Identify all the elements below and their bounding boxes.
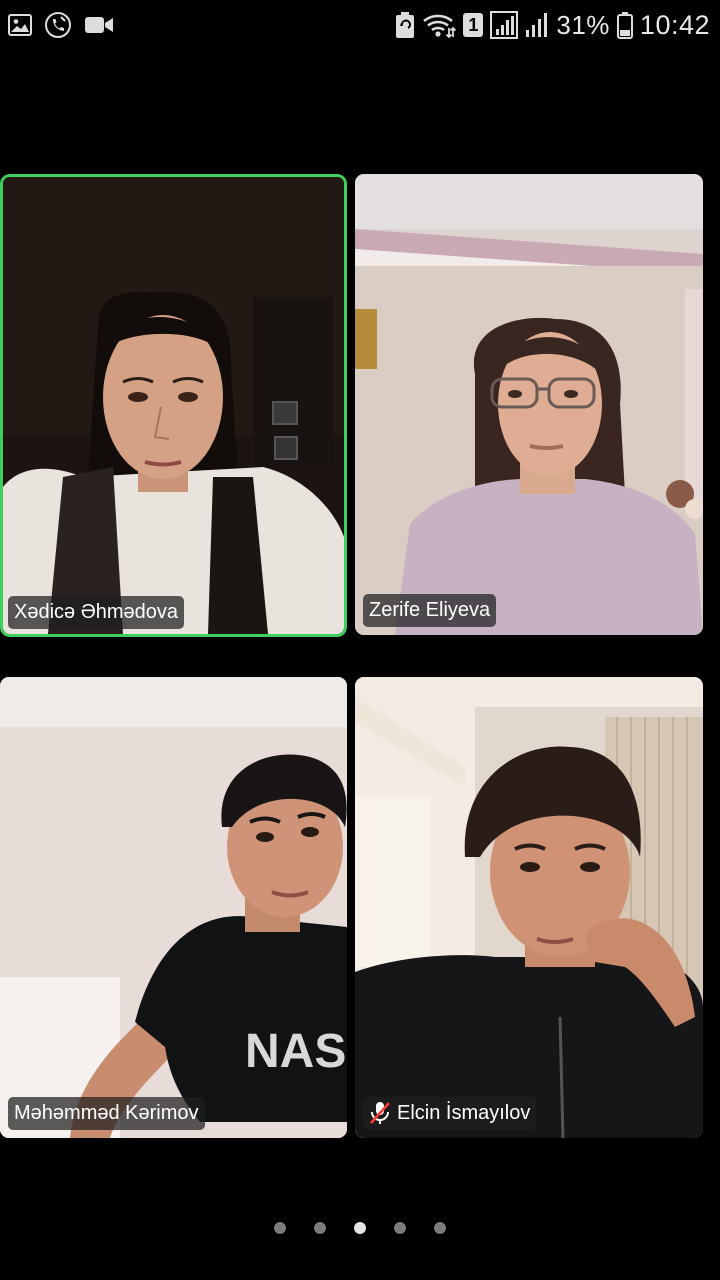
participant-name: Zerife Eliyeva xyxy=(369,599,491,621)
wifi-icon xyxy=(423,14,457,38)
battery-icon xyxy=(616,12,633,39)
video-tile-1[interactable]: Xədicə Əhmədova xyxy=(0,174,347,637)
participant-name-tag: Xədicə Əhmədova xyxy=(8,596,185,629)
video-feed xyxy=(3,177,344,634)
sim-1-icon: 1 xyxy=(463,13,484,37)
participant-name-tag: Elcin İsmayılov xyxy=(363,1097,537,1130)
video-tile-3[interactable]: NAS Məhəmməd Kərimov xyxy=(0,677,347,1138)
page-dot[interactable] xyxy=(394,1222,406,1234)
participant-name-tag: Məhəmməd Kərimov xyxy=(8,1097,205,1130)
video-feed xyxy=(355,677,703,1138)
page-dot[interactable] xyxy=(274,1222,286,1234)
signal-icon xyxy=(526,13,548,37)
video-feed xyxy=(355,174,703,635)
nasa-logo: NAS xyxy=(245,1025,346,1078)
participant-name: Xədicə Əhmədova xyxy=(14,601,179,623)
sim-badge: 1 xyxy=(468,14,479,35)
video-icon xyxy=(85,17,113,33)
page-dot[interactable] xyxy=(314,1222,326,1234)
status-bar: 1 31% 10:42 xyxy=(0,0,720,50)
participant-name-tag: Zerife Eliyeva xyxy=(363,594,497,627)
page-dot-current[interactable] xyxy=(354,1222,366,1234)
video-feed: NAS xyxy=(0,677,347,1138)
signal-icon xyxy=(490,11,519,39)
video-tile-4[interactable]: Elcin İsmayılov xyxy=(355,677,703,1138)
video-tile-2[interactable]: Zerife Eliyeva xyxy=(355,174,703,635)
image-icon xyxy=(8,14,32,36)
battery-saver-icon xyxy=(396,12,415,38)
page-indicator xyxy=(0,1222,720,1234)
status-right: 1 31% 10:42 xyxy=(395,9,710,41)
call-icon xyxy=(45,12,71,38)
status-left xyxy=(8,11,114,39)
participant-name: Elcin İsmayılov xyxy=(397,1102,531,1124)
page-dot[interactable] xyxy=(434,1222,446,1234)
microphone-muted-icon xyxy=(370,1102,390,1124)
clock: 10:42 xyxy=(639,10,710,40)
battery-percent: 31% xyxy=(556,10,610,40)
participant-name: Məhəmməd Kərimov xyxy=(14,1102,199,1124)
